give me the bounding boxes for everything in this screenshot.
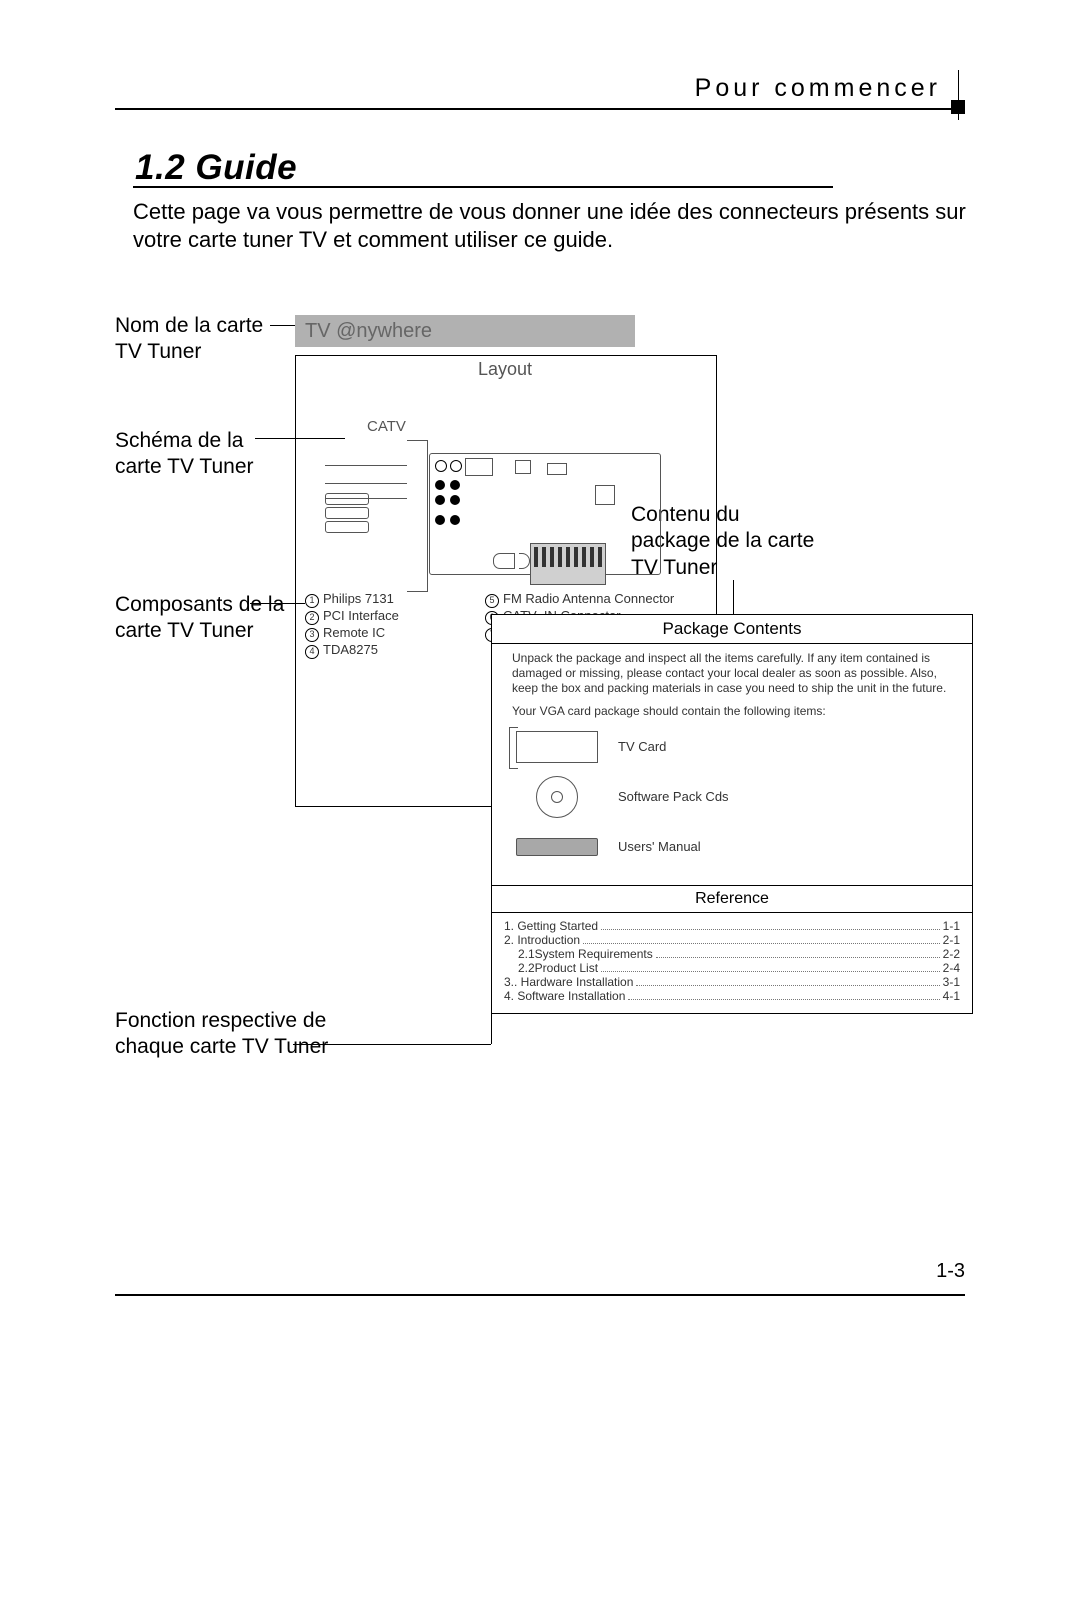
legend-bullet-icon: 2	[305, 611, 319, 625]
manual-icon	[516, 838, 598, 856]
ir-sensor-icon	[493, 553, 515, 569]
callout-line	[293, 1044, 491, 1045]
disc-icon	[536, 776, 578, 818]
port-dot-icon	[450, 495, 460, 505]
legend-text: Philips 7131	[323, 591, 394, 606]
chip-icon	[595, 485, 615, 505]
chip-icon	[465, 458, 493, 476]
legend-bullet-icon: 1	[305, 594, 319, 608]
ref-page: 3-1	[943, 975, 960, 989]
plug-icon	[325, 521, 369, 533]
section-title: 1.2 Guide	[135, 148, 297, 188]
legend-text: Remote IC	[323, 625, 385, 640]
package-item-label: Users' Manual	[618, 839, 701, 855]
section-underline	[133, 186, 833, 188]
package-paragraph: Unpack the package and inspect all the i…	[512, 651, 962, 696]
legend-bullet-icon: 3	[305, 628, 319, 642]
plug-icon	[325, 507, 369, 519]
package-item: TV Card	[512, 725, 962, 769]
ref-page: 4-1	[943, 989, 960, 1003]
ref-entry: 4. Software Installation	[504, 989, 625, 1003]
chip-icon	[547, 463, 567, 475]
document-page: Pour commencer 1.2 Guide Cette page va v…	[115, 0, 965, 1612]
callout-schematic: Schéma de la carte TV Tuner	[115, 428, 285, 481]
figure-label: Layout	[295, 359, 715, 380]
callout-components: Composants de la carte TV Tuner	[115, 592, 285, 645]
ref-entry: 3.. Hardware Installation	[504, 975, 633, 989]
package-item: Software Pack Cds	[512, 775, 962, 819]
callout-card-name: Nom de la carte TV Tuner	[115, 313, 285, 366]
legend-bullet-icon: 5	[485, 594, 499, 608]
header-square-icon	[951, 100, 965, 114]
tv-card-icon	[516, 731, 598, 763]
port-dot-icon	[435, 515, 445, 525]
legend-bullet-icon: 4	[305, 645, 319, 659]
ref-page: 2-4	[943, 961, 960, 975]
catv-label: CATV	[367, 418, 406, 435]
package-paragraph: Your VGA card package should contain the…	[512, 704, 962, 719]
package-item-label: Software Pack Cds	[618, 789, 729, 805]
port-dot-icon	[450, 480, 460, 490]
callout-reference: Fonction respective de chaque carte TV T…	[115, 1008, 375, 1061]
figure-tab: TV @nywhere	[295, 315, 635, 347]
legend-left: 1Philips 7131 2PCI Interface 3Remote IC …	[305, 591, 399, 659]
package-contents-box: Package Contents Unpack the package and …	[491, 614, 973, 1014]
port-dot-icon	[450, 515, 460, 525]
legend-text: FM Radio Antenna Connector	[503, 591, 674, 606]
plug-icon	[325, 493, 369, 505]
header-rule	[115, 108, 965, 110]
package-title: Package Contents	[492, 615, 972, 644]
footer-rule	[115, 1294, 965, 1296]
callout-line	[733, 580, 734, 614]
ref-entry: 2. Introduction	[504, 933, 580, 947]
wire-icon	[325, 465, 407, 466]
card-bracket-icon	[407, 440, 428, 592]
port-circle-icon	[435, 460, 447, 472]
port-dot-icon	[435, 480, 445, 490]
package-item: Users' Manual	[512, 825, 962, 869]
remote-control-icon	[530, 543, 606, 585]
ref-page: 1-1	[943, 919, 960, 933]
chip-icon	[515, 460, 531, 474]
reference-body: 1. Getting Started1-1 2. Introduction2-1…	[492, 913, 972, 1013]
legend-text: TDA8275	[323, 642, 378, 657]
chapter-header: Pour commencer	[695, 74, 941, 103]
ref-page: 2-1	[943, 933, 960, 947]
port-dot-icon	[435, 495, 445, 505]
port-circle-icon	[450, 460, 462, 472]
reference-title: Reference	[492, 885, 972, 913]
package-item-label: TV Card	[618, 739, 666, 755]
ref-entry: 2.2Product List	[518, 961, 598, 975]
intro-paragraph: Cette page va vous permettre de vous don…	[133, 198, 973, 253]
wire-icon	[325, 483, 407, 484]
ref-page: 2-2	[943, 947, 960, 961]
legend-text: PCI Interface	[323, 608, 399, 623]
page-number: 1-3	[936, 1260, 965, 1283]
